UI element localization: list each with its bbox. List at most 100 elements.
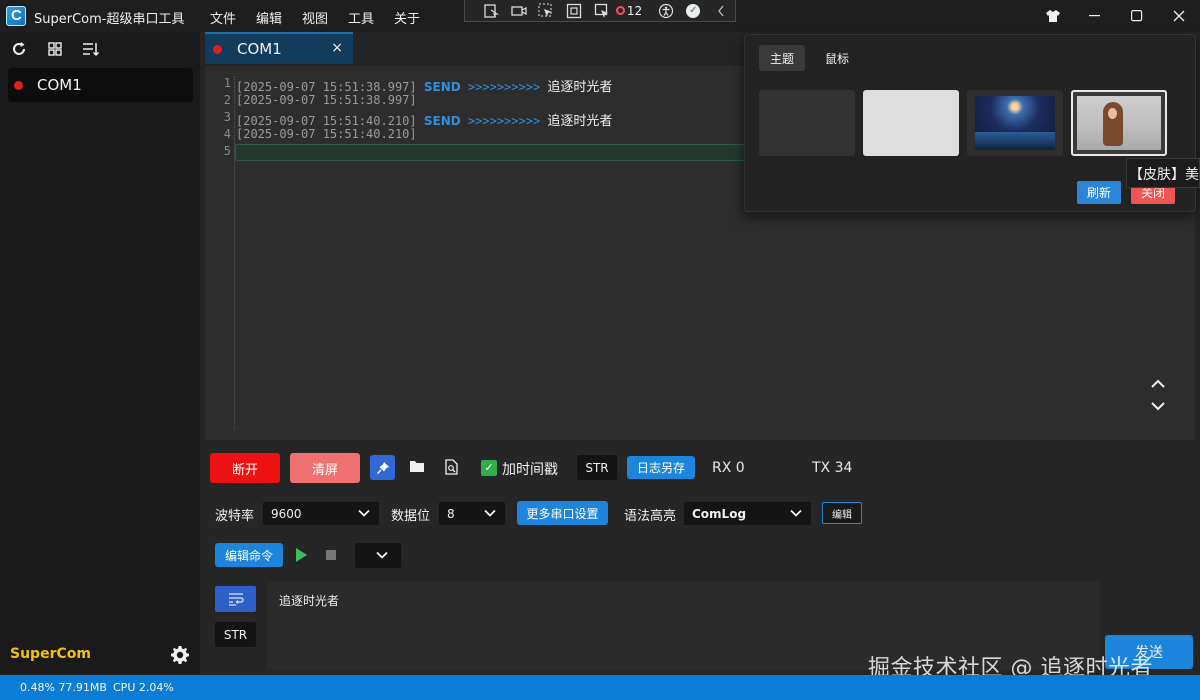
portrait-image [1077, 96, 1161, 150]
theme-space-thumbnail[interactable] [967, 90, 1063, 156]
tab-mouse[interactable]: 鼠标 [817, 45, 857, 71]
tab-close-icon[interactable]: × [331, 40, 343, 56]
menu-bar: 文件 编辑 视图 工具 关于 [210, 8, 440, 27]
debug-toolstrip: 12 ✓ [464, 0, 736, 22]
data-bits-label: 数据位 [391, 509, 431, 524]
save-log-button[interactable]: 日志另存 [627, 456, 695, 479]
timestamp-checkbox-label[interactable]: 加时间戳 [502, 459, 558, 479]
syntax-highlight-label: 语法高亮 [624, 509, 677, 524]
settings-gear-icon[interactable] [170, 645, 190, 665]
skin-tooltip: 【皮肤】美 [1126, 158, 1200, 188]
edit-highlight-button[interactable]: 编辑 [822, 502, 862, 524]
connection-status-dot [14, 80, 23, 90]
theme-dark-thumbnail[interactable] [759, 90, 855, 156]
close-window-button[interactable] [1158, 0, 1200, 32]
memory-usage: 0.48% 77.91MB [20, 681, 107, 694]
sort-list-icon[interactable] [82, 40, 100, 58]
camera-icon[interactable] [505, 2, 533, 20]
collapse-toolbar-icon[interactable] [707, 2, 735, 20]
window-controls [1032, 0, 1200, 32]
baud-rate-value: 9600 [271, 506, 302, 521]
chevron-down-icon [789, 506, 803, 523]
refresh-icon[interactable] [10, 40, 28, 58]
app-logo-icon [6, 6, 26, 26]
menu-edit[interactable]: 编辑 [256, 8, 302, 27]
tab-theme[interactable]: 主题 [759, 45, 805, 71]
tab-com1[interactable]: COM1 × [205, 32, 353, 64]
check-ok-icon[interactable]: ✓ [679, 2, 707, 20]
syntax-highlight-select[interactable]: ComLog [684, 502, 811, 525]
frame-icon[interactable] [560, 2, 588, 20]
log-timestamp: [2025-09-07 15:51:40.210] [236, 114, 417, 128]
find-file-icon[interactable] [445, 459, 461, 477]
device-counter[interactable]: 12 [615, 3, 652, 18]
data-bits-select[interactable]: 8 [439, 502, 505, 525]
accessibility-icon[interactable] [652, 2, 680, 20]
syntax-highlight-value: ComLog [692, 506, 747, 521]
open-folder-icon[interactable] [409, 459, 427, 477]
command-select[interactable] [355, 543, 401, 568]
title-bar: SuperCom-超级串口工具 文件 编辑 视图 工具 关于 12 ✓ [0, 0, 1200, 32]
minimize-button[interactable] [1074, 0, 1116, 32]
refresh-button[interactable]: 刷新 [1077, 181, 1121, 204]
device-count: 12 [626, 3, 643, 18]
tab-status-dot [213, 44, 222, 54]
record-icon [615, 6, 625, 15]
line-number: 2 [223, 93, 231, 107]
clear-screen-button[interactable]: 清屏 [290, 453, 360, 483]
rx-counter: RX 0 [712, 460, 745, 476]
gutter-divider [234, 76, 235, 430]
pin-icon[interactable] [370, 455, 395, 480]
tab-label: COM1 [237, 40, 282, 58]
scroll-up-icon[interactable] [1150, 378, 1166, 394]
baud-rate-select[interactable]: 9600 [263, 502, 379, 525]
cpu-usage: CPU 2.04% [113, 681, 174, 694]
app-title: SuperCom-超级串口工具 [34, 12, 185, 27]
line-number: 4 [223, 127, 231, 141]
send-format-toggle[interactable]: STR [215, 622, 256, 647]
sidebar: COM1 SuperCom [0, 32, 200, 674]
scroll-down-icon[interactable] [1150, 400, 1166, 416]
sidebar-toolbar [10, 40, 100, 58]
stop-icon[interactable] [326, 550, 336, 560]
line-number: 1 [223, 76, 231, 90]
grid-icon[interactable] [46, 40, 64, 58]
edit-command-button[interactable]: 编辑命令 [215, 543, 283, 567]
log-arrows: >>>>>>>>>> [467, 114, 541, 128]
menu-view[interactable]: 视图 [302, 8, 348, 27]
chevron-down-icon [483, 506, 497, 523]
log-arrows: >>>>>>>>>> [467, 80, 541, 94]
play-icon[interactable] [296, 548, 307, 562]
brand-label: SuperCom [10, 646, 91, 662]
log-message: 追逐时光者 [547, 80, 613, 95]
skin-shirt-icon[interactable] [1032, 0, 1074, 32]
track-focus-icon[interactable] [588, 2, 616, 20]
word-wrap-icon[interactable] [215, 586, 256, 612]
action-toolbar: 断开 清屏 ✓ 加时间戳 STR 日志另存 RX 0 TX 34 [205, 446, 1195, 490]
sidebar-item-com1[interactable]: COM1 [8, 68, 193, 102]
log-send-tag: SEND [423, 80, 461, 94]
log-message: 追逐时光者 [547, 114, 613, 129]
theme-light-thumbnail[interactable] [863, 90, 959, 156]
log-timestamp: [2025-09-07 15:51:38.997] [236, 93, 417, 107]
timestamp-checkbox[interactable]: ✓ [481, 460, 497, 476]
select-element-icon[interactable] [477, 2, 505, 20]
menu-tools[interactable]: 工具 [348, 8, 394, 27]
more-serial-settings-button[interactable]: 更多串口设置 [517, 501, 608, 525]
line-number: 3 [223, 110, 231, 124]
maximize-button[interactable] [1116, 0, 1158, 32]
log-send-tag: SEND [423, 114, 461, 128]
line-number: 5 [223, 144, 231, 158]
pointer-select-icon[interactable] [533, 2, 561, 20]
scroll-buttons [1150, 378, 1166, 416]
space-image [975, 96, 1055, 150]
line-number-gutter: 1 2 3 4 5 [205, 76, 233, 161]
tx-counter: TX 34 [812, 460, 853, 476]
theme-portrait-thumbnail[interactable] [1071, 90, 1167, 156]
baud-rate-label: 波特率 [215, 509, 255, 524]
chevron-down-icon [357, 506, 371, 523]
disconnect-button[interactable]: 断开 [210, 453, 280, 483]
menu-file[interactable]: 文件 [210, 8, 256, 27]
menu-about[interactable]: 关于 [394, 8, 440, 27]
receive-format-toggle[interactable]: STR [577, 455, 617, 480]
